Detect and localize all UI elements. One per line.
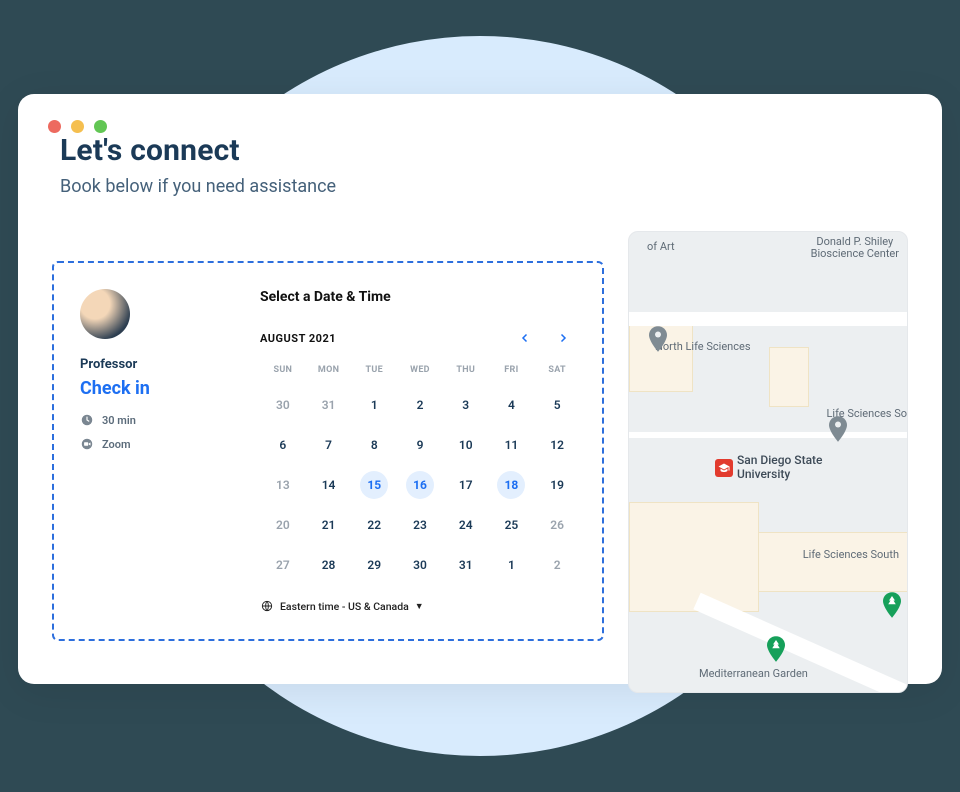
calendar-day: 2 [397,389,443,421]
next-month-button[interactable] [554,329,572,347]
calendar-day: 10 [443,429,489,461]
calendar-day: 11 [489,429,535,461]
calendar-day: 30 [397,549,443,581]
calendar-day: 23 [397,509,443,541]
duration-label: 30 min [102,414,136,427]
location-label: Zoom [102,438,131,451]
map-center-label: San Diego State University [737,454,857,482]
calendar-weekday-header: SAT [534,361,580,381]
calendar-weekday-header: THU [443,361,489,381]
calendar-day: 20 [260,509,306,541]
calendar-day: 27 [260,549,306,581]
calendar-weekday-header: SUN [260,361,306,381]
calendar-day: 24 [443,509,489,541]
calendar-day-available[interactable]: 15 [351,469,397,501]
calendar-day: 17 [443,469,489,501]
calendar-weekday-header: WED [397,361,443,381]
calendar-day: 3 [443,389,489,421]
calendar-day: 29 [351,549,397,581]
map-pin-icon [649,326,667,352]
calendar-day: 22 [351,509,397,541]
calendar-day: 1 [489,549,535,581]
calendar-month-label: AUGUST 2021 [260,332,336,345]
duration-row: 30 min [80,413,230,427]
calendar-day: 19 [534,469,580,501]
calendar-day: 9 [397,429,443,461]
event-title: Check in [80,378,230,399]
calendar-day: 25 [489,509,535,541]
location-row: Zoom [80,437,230,451]
calendar-day: 26 [534,509,580,541]
map-center-marker[interactable]: San Diego State University [715,454,857,482]
calendar-day: 30 [260,389,306,421]
calendar-day: 14 [306,469,352,501]
calendar-day: 7 [306,429,352,461]
timezone-label: Eastern time - US & Canada [280,600,409,613]
booking-section: Professor Check in 30 min [52,231,604,693]
map-label: Mediterranean Garden [699,667,808,680]
clock-icon [80,413,94,427]
calendar-weekday-header: MON [306,361,352,381]
booking-panel: Professor Check in 30 min [52,261,604,641]
host-info: Professor Check in 30 min [80,289,230,613]
map-pin-icon [829,416,847,442]
graduation-cap-icon [715,459,733,477]
minimize-window-button[interactable] [71,120,84,133]
prev-month-button[interactable] [516,329,534,347]
calendar-day: 5 [534,389,580,421]
globe-icon [260,599,274,613]
map-label: Donald P. Shiley Bioscience Center [811,236,899,260]
calendar-day: 13 [260,469,306,501]
chevron-down-icon: ▼ [415,601,424,612]
host-role-label: Professor [80,357,230,372]
page-subtitle: Book below if you need assistance [60,176,908,197]
map-tree-pin-icon [883,592,901,618]
calendar: Select a Date & Time AUGUST 2021 [260,289,580,613]
calendar-day: 6 [260,429,306,461]
calendar-day: 31 [306,389,352,421]
host-avatar [80,289,130,339]
window-controls [48,120,908,133]
close-window-button[interactable] [48,120,61,133]
map-label: North Life Sciences [655,340,751,353]
map-tree-pin-icon [767,636,785,662]
calendar-day: 31 [443,549,489,581]
page-title: Let's connect [60,133,908,168]
calendar-day: 4 [489,389,535,421]
calendar-weekday-header: TUE [351,361,397,381]
calendar-grid: SUNMONTUEWEDTHUFRISAT3031123456789101112… [260,361,580,581]
timezone-selector[interactable]: Eastern time - US & Canada ▼ [260,599,580,613]
calendar-day: 8 [351,429,397,461]
calendar-day: 28 [306,549,352,581]
map-widget[interactable]: of Art Donald P. Shiley Bioscience Cente… [628,231,908,693]
calendar-day-available[interactable]: 18 [489,469,535,501]
map-label: Life Sciences South [803,548,899,561]
calendar-day: 2 [534,549,580,581]
calendar-day: 21 [306,509,352,541]
calendar-title: Select a Date & Time [260,289,580,305]
maximize-window-button[interactable] [94,120,107,133]
calendar-day-available[interactable]: 16 [397,469,443,501]
video-icon [80,437,94,451]
calendar-day: 12 [534,429,580,461]
calendar-day: 1 [351,389,397,421]
map-label: of Art [647,240,675,253]
calendar-weekday-header: FRI [489,361,535,381]
app-window: Let's connect Book below if you need ass… [18,94,942,684]
